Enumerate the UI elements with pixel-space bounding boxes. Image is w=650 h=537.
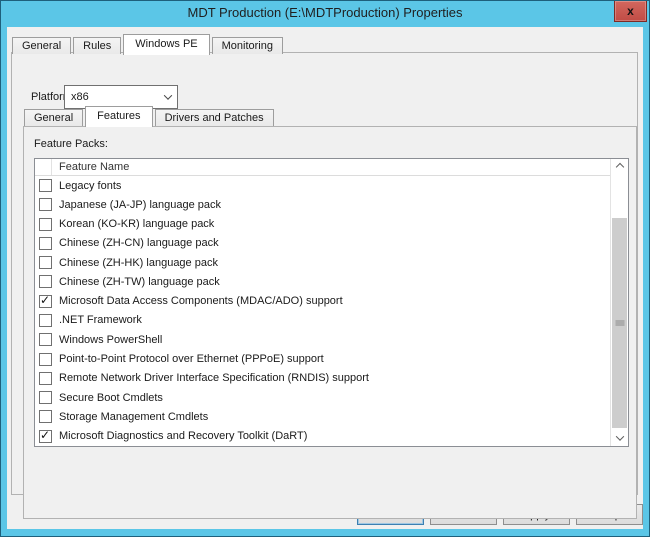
close-icon: x [627,5,634,17]
scrollbar-thumb[interactable] [612,218,627,428]
tab-features[interactable]: Features [85,106,152,127]
feature-packs-label: Feature Packs: [34,138,108,150]
scrollbar-grip-icon [615,321,624,326]
dialog-client-area: GeneralRulesWindows PEMonitoring Platfor… [7,27,643,529]
inner-tabstrip: GeneralFeaturesDrivers and Patches [24,105,276,126]
tab-drivers-and-patches[interactable]: Drivers and Patches [155,109,274,126]
close-button[interactable]: x [614,1,647,22]
tab-rules[interactable]: Rules [73,37,121,54]
feature-checkbox[interactable]: ✓ [39,333,52,346]
feature-label: Korean (KO-KR) language pack [59,218,214,230]
feature-label: Microsoft Data Access Components (MDAC/A… [59,295,343,307]
chevron-down-icon [615,432,623,440]
checkbox-column-header[interactable] [35,159,52,175]
platform-value: x86 [71,91,165,103]
windows-pe-tabpage: Platform: x86 GeneralFeaturesDrivers and… [11,52,638,495]
feature-row[interactable]: ✓ Chinese (ZH-CN) language pack [35,234,610,253]
tab-general[interactable]: General [24,109,83,126]
scroll-up-button[interactable] [611,159,628,175]
feature-checkbox[interactable]: ✓ [39,179,52,192]
feature-name-column-header[interactable]: Feature Name [52,161,129,173]
feature-checkbox[interactable]: ✓ [39,256,52,269]
feature-label: Japanese (JA-JP) language pack [59,199,221,211]
feature-label: Microsoft Diagnostics and Recovery Toolk… [59,430,307,442]
feature-row[interactable]: ✓ Chinese (ZH-TW) language pack [35,272,610,291]
feature-label: Chinese (ZH-TW) language pack [59,276,220,288]
feature-checkbox[interactable]: ✓ [39,275,52,288]
feature-row[interactable]: ✓ Secure Boot Cmdlets [35,388,610,407]
tab-windows-pe[interactable]: Windows PE [123,34,209,55]
feature-row[interactable]: ✓ Storage Management Cmdlets [35,407,610,426]
feature-row[interactable]: ✓ Korean (KO-KR) language pack [35,215,610,234]
feature-checkbox[interactable]: ✓ [39,391,52,404]
scroll-down-button[interactable] [611,430,628,446]
feature-checkbox[interactable]: ✓ [39,295,52,308]
feature-label: Chinese (ZH-HK) language pack [59,257,218,269]
feature-label: Chinese (ZH-CN) language pack [59,237,219,249]
tab-monitoring[interactable]: Monitoring [212,37,283,54]
feature-checkbox[interactable]: ✓ [39,314,52,327]
feature-row[interactable]: ✓ Chinese (ZH-HK) language pack [35,253,610,272]
feature-checkbox[interactable]: ✓ [39,218,52,231]
list-body: ✓ Legacy fonts ✓ Japanese (JA-JP) language … [35,176,610,446]
feature-checkbox[interactable]: ✓ [39,372,52,385]
feature-label: Remote Network Driver Interface Specific… [59,372,369,384]
feature-row[interactable]: ✓ .NET Framework [35,311,610,330]
features-tabpage: Feature Packs: Feature Name ✓ Legacy font… [23,126,637,519]
feature-packs-list: Feature Name ✓ Legacy fonts ✓ Japanese (JA-… [34,158,629,447]
feature-label: Point-to-Point Protocol over Ethernet (P… [59,353,324,365]
feature-row[interactable]: ✓ Remote Network Driver Interface Specifi… [35,369,610,388]
feature-row[interactable]: ✓ Windows PowerShell [35,330,610,349]
feature-checkbox[interactable]: ✓ [39,430,52,443]
checkmark-icon: ✓ [40,428,50,442]
feature-checkbox[interactable]: ✓ [39,410,52,423]
feature-checkbox[interactable]: ✓ [39,198,52,211]
properties-dialog: MDT Production (E:\MDTProduction) Proper… [0,0,650,537]
titlebar[interactable]: MDT Production (E:\MDTProduction) Proper… [0,0,650,27]
feature-label: Windows PowerShell [59,334,162,346]
chevron-up-icon [615,163,623,171]
feature-row[interactable]: ✓ Microsoft Data Access Components (MDAC/… [35,292,610,311]
checkmark-icon: ✓ [40,293,50,307]
feature-row[interactable]: ✓ Point-to-Point Protocol over Ethernet (… [35,349,610,368]
window-title: MDT Production (E:\MDTProduction) Proper… [40,0,610,27]
feature-label: .NET Framework [59,314,142,326]
feature-checkbox[interactable]: ✓ [39,353,52,366]
feature-label: Storage Management Cmdlets [59,411,208,423]
tab-general[interactable]: General [12,37,71,54]
feature-row[interactable]: ✓ Microsoft Diagnostics and Recovery Tool… [35,426,610,445]
outer-tabstrip: GeneralRulesWindows PEMonitoring [12,33,285,54]
chevron-down-icon [164,91,172,99]
feature-label: Secure Boot Cmdlets [59,392,163,404]
feature-label: Legacy fonts [59,180,121,192]
feature-checkbox[interactable]: ✓ [39,237,52,250]
feature-row[interactable]: ✓ Japanese (JA-JP) language pack [35,195,610,214]
vertical-scrollbar[interactable] [610,159,628,446]
list-column-header[interactable]: Feature Name [35,159,610,176]
feature-row[interactable]: ✓ Legacy fonts [35,176,610,195]
